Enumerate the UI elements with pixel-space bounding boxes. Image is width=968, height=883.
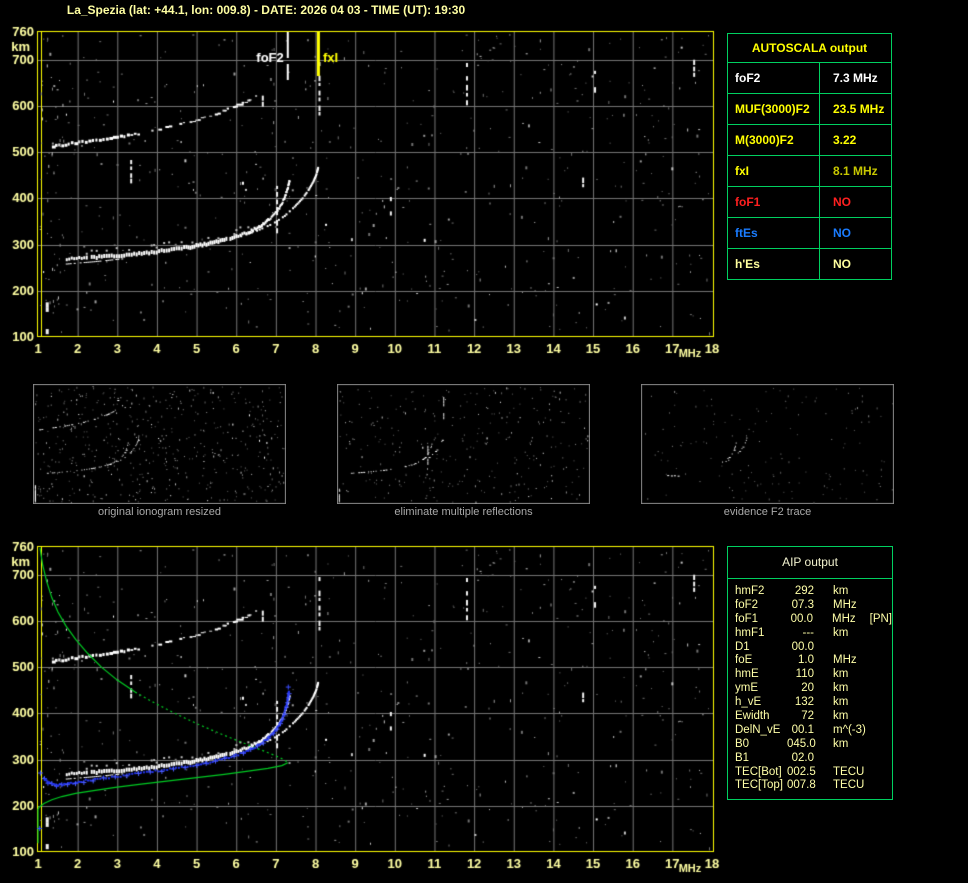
param-label: foF2 — [735, 598, 759, 611]
table-row: TEC[Bot] 002.5 TECU — [728, 766, 892, 780]
autoscala-table-header: AUTOSCALA output — [728, 34, 891, 63]
param-value: NO — [833, 257, 851, 271]
param-value: 72 — [801, 710, 814, 723]
table-row: D1 00.0 — [728, 641, 892, 655]
param-label: hmF1 — [735, 626, 765, 639]
param-label: foE — [735, 654, 753, 667]
param-unit: km — [833, 668, 849, 681]
param-label: h'Es — [728, 249, 820, 279]
param-label: fxI — [728, 156, 820, 186]
param-unit: km — [833, 710, 849, 723]
panel-caption-eliminate: eliminate multiple reflections — [394, 506, 533, 518]
param-unit: MHz — [833, 654, 857, 667]
param-label: D1 — [735, 640, 750, 653]
param-value: 00.1 — [791, 723, 814, 736]
panel-original-ionogram — [33, 384, 286, 504]
panel-caption-original: original ionogram resized — [98, 506, 221, 518]
table-row: foE 1.0 MHz — [728, 654, 892, 668]
panel-eliminate-reflections — [337, 384, 590, 504]
page-title: La_Spezia (lat: +44.1, lon: 009.8) - DAT… — [66, 3, 466, 17]
table-row: hmF1 --- km — [728, 627, 892, 641]
param-unit: MHz — [833, 598, 857, 611]
param-unit: km — [833, 737, 849, 750]
param-label: TEC[Bot] — [735, 765, 782, 778]
table-row: hmF2 292 km — [728, 585, 892, 599]
param-label: hmE — [735, 668, 759, 681]
param-value: 00.0 — [790, 612, 813, 625]
param-value: 00.0 — [791, 640, 814, 653]
table-row: foF2 7.3 MHz — [728, 63, 891, 94]
table-row: B1 02.0 — [728, 752, 892, 766]
table-row: foF1 00.0 MHz [PN] — [728, 613, 892, 627]
top-ionogram-plot — [0, 20, 725, 365]
param-unit: km — [833, 626, 849, 639]
param-value: 3.22 — [833, 133, 857, 147]
param-label: B0 — [735, 737, 750, 750]
table-row: fxI 8.1 MHz — [728, 156, 891, 187]
param-unit: TECU — [833, 765, 865, 778]
param-label: foF1 — [728, 187, 820, 217]
param-value: 007.8 — [787, 779, 816, 792]
param-label: hmF2 — [735, 585, 765, 597]
aip-output-table: AIP output hmF2 292 km foF2 07.3 MHz foF1 00.… — [727, 546, 893, 801]
table-row: foF1 NO — [728, 187, 891, 218]
param-unit: m^(-3) — [833, 723, 866, 736]
param-label: M(3000)F2 — [728, 125, 820, 155]
param-label: DelN_vE — [735, 723, 781, 736]
table-row: ftEs NO — [728, 218, 891, 249]
table-row: DelN_vE 00.1 m^(-3) — [728, 724, 892, 738]
param-label: TEC[Top] — [735, 779, 783, 792]
param-label: foF1 — [735, 612, 759, 625]
table-row: M(3000)F2 3.22 — [728, 125, 891, 156]
param-label: Ewidth — [735, 710, 770, 723]
bottom-ionogram-plot — [0, 535, 725, 880]
table-row: h_vE 132 km — [728, 696, 892, 710]
param-value: 20 — [801, 682, 814, 695]
param-value: 1.0 — [798, 654, 814, 667]
param-value: 23.5 MHz — [833, 102, 885, 116]
param-label: foF2 — [728, 63, 820, 93]
table-row: TEC[Top] 007.8 TECU — [728, 779, 892, 793]
param-value: 7.3 MHz — [833, 71, 878, 85]
table-row: Ewidth 72 km — [728, 710, 892, 724]
param-unit: km — [833, 696, 849, 709]
param-unit: MHz — [831, 612, 856, 625]
aip-table-header: AIP output — [728, 547, 892, 579]
autoscala-app-window: { "title": "La_Spezia (lat: +44.1, lon: … — [0, 0, 968, 883]
param-unit: TECU — [833, 779, 865, 792]
panel-evidence-f2-trace — [641, 384, 894, 504]
param-value: 132 — [794, 696, 814, 709]
param-label: ymE — [735, 682, 758, 695]
param-value: 02.0 — [791, 751, 814, 764]
param-flag: [PN] — [869, 612, 892, 625]
param-label: h_vE — [735, 696, 762, 709]
table-row: B0 045.0 km — [728, 738, 892, 752]
table-row: ymE 20 km — [728, 682, 892, 696]
autoscala-output-table: AUTOSCALA output foF2 7.3 MHz MUF(3000)F… — [727, 33, 892, 280]
param-value: --- — [802, 626, 815, 639]
aip-table-rows: hmF2 292 km foF2 07.3 MHz foF1 00.0 MHz [PN] hm… — [728, 579, 892, 799]
param-value: 07.3 — [791, 598, 814, 611]
param-label: ftEs — [728, 218, 820, 248]
param-unit: km — [833, 585, 849, 597]
param-value: 110 — [795, 668, 814, 681]
param-value: 8.1 MHz — [833, 164, 878, 178]
param-value: NO — [833, 195, 851, 209]
table-row: h'Es NO — [728, 249, 891, 279]
panel-caption-evidence: evidence F2 trace — [723, 506, 812, 518]
param-unit: km — [833, 682, 849, 695]
param-value: NO — [833, 226, 851, 240]
param-value: 002.5 — [787, 765, 816, 778]
param-value: 045.0 — [787, 737, 816, 750]
table-row: foF2 07.3 MHz — [728, 599, 892, 613]
table-row: hmE 110 km — [728, 668, 892, 682]
param-label: B1 — [735, 751, 750, 764]
table-row: MUF(3000)F2 23.5 MHz — [728, 94, 891, 125]
param-label: MUF(3000)F2 — [728, 94, 820, 124]
param-value: 292 — [794, 585, 814, 597]
